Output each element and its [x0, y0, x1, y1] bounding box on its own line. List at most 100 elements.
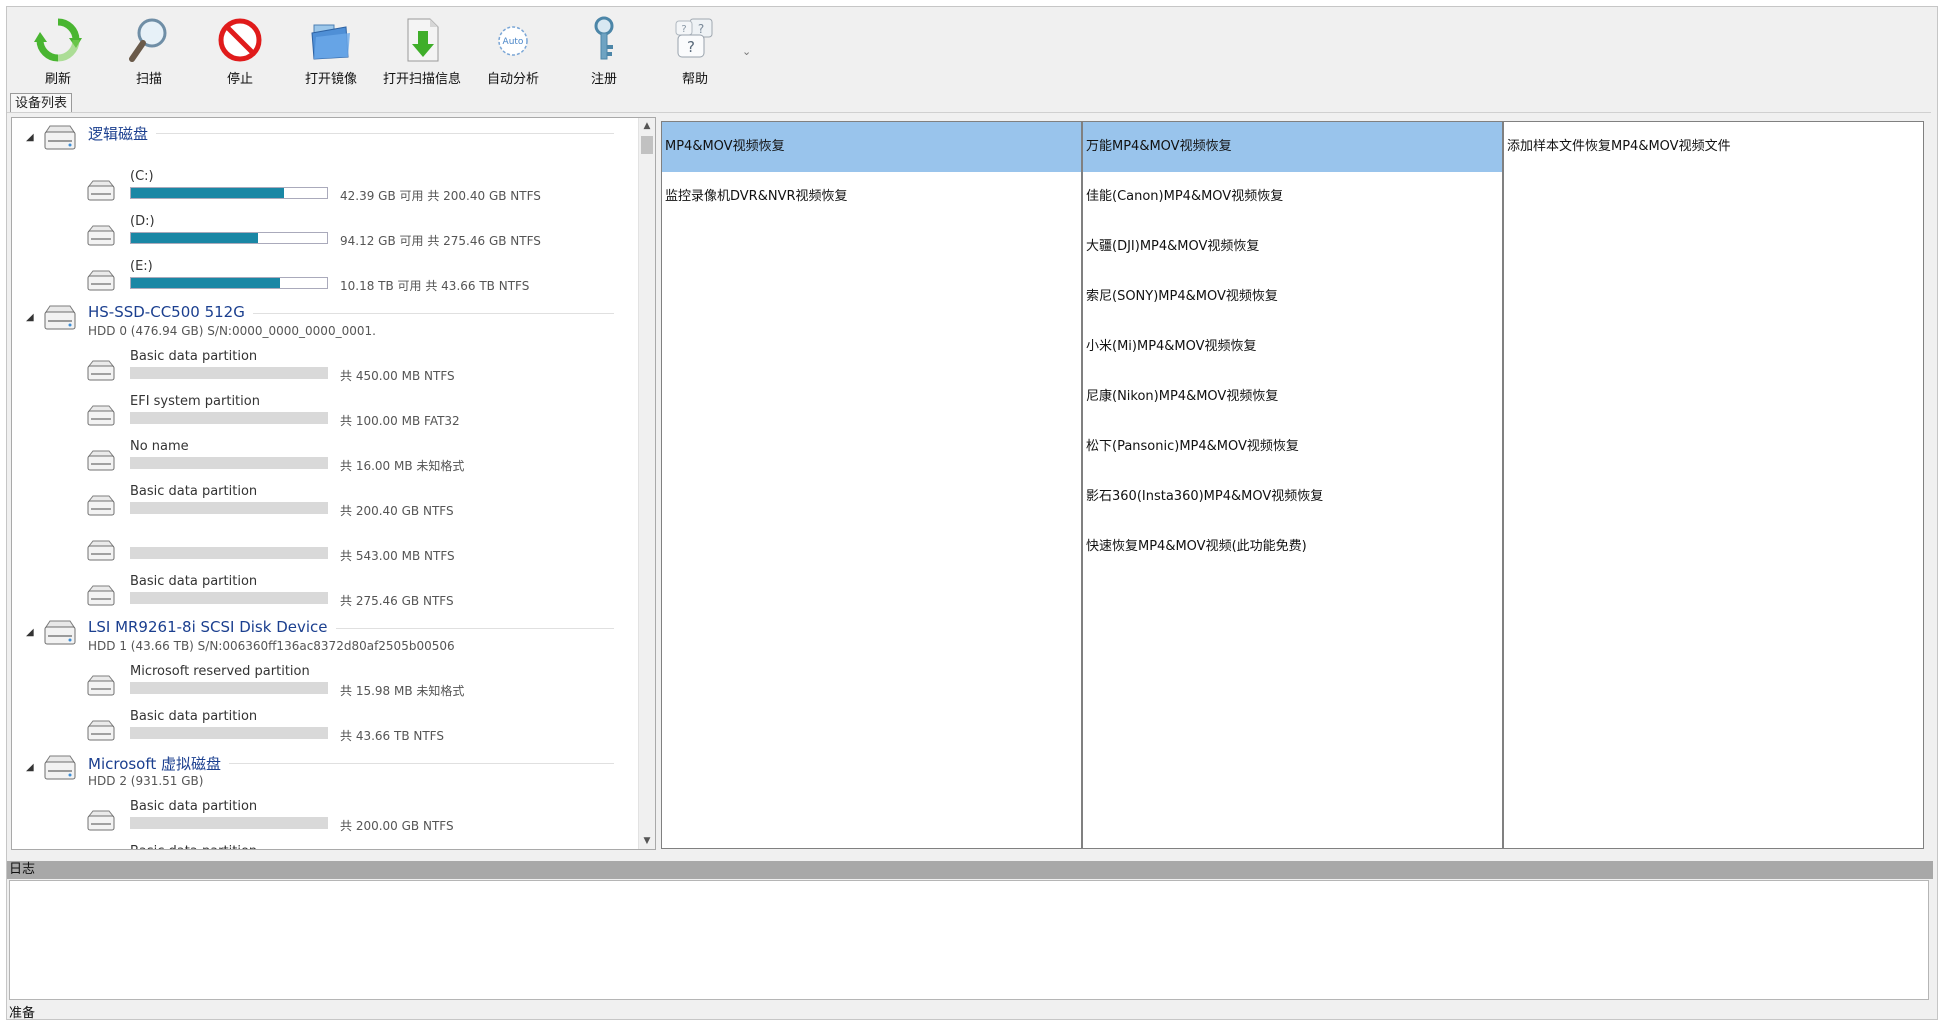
partition-info: 共 275.46 GB NTFS	[340, 594, 454, 608]
partition-drive-icon	[86, 359, 116, 383]
sample-file-list[interactable]: 添加样本文件恢复MP4&MOV视频文件	[1503, 121, 1924, 849]
usage-bar-fill	[131, 188, 284, 198]
partition-node[interactable]: (D:) 94.12 GB 可用 共 275.46 GB NTFS	[12, 208, 640, 253]
scroll-up-icon[interactable]: ▲	[639, 118, 655, 134]
usage-bar	[130, 277, 328, 289]
partition-label: (E:)	[130, 259, 153, 274]
category-list[interactable]: MP4&MOV视频恢复 监控录像机DVR&NVR视频恢复	[661, 121, 1082, 849]
disk-details: HDD 0 (476.94 GB) S/N:0000_0000_0000_000…	[88, 324, 376, 338]
usage-bar	[130, 682, 328, 694]
partition-drive-icon	[86, 674, 116, 698]
partition-node[interactable]: Basic data partition 共 450.00 MB NTFS	[12, 343, 640, 388]
app-window: 刷新 扫描 停止 打开镜像 打开扫描信息 Auto 自动分析 注册 ? ? ? …	[6, 6, 1938, 1021]
function-item[interactable]: 快速恢复MP4&MOV视频(此功能免费)	[1083, 522, 1502, 572]
partition-node[interactable]: Basic data partition 共 200.40 GB NTFS	[12, 478, 640, 523]
stop-label: 停止	[226, 72, 253, 87]
partition-info: 共 15.98 MB 未知格式	[340, 684, 465, 698]
status-text: 准备	[9, 1006, 36, 1021]
partition-node[interactable]: Basic data partition 共 200.00 GB NTFS	[12, 793, 640, 838]
partition-drive-icon	[86, 719, 116, 743]
recovery-method-list[interactable]: 万能MP4&MOV视频恢复 佳能(Canon)MP4&MOV视频恢复 大疆(DJI)…	[1082, 121, 1503, 849]
scan-label: 扫描	[135, 72, 162, 87]
help-button[interactable]: ? ? ? 帮助	[650, 15, 740, 87]
usage-bar	[130, 727, 328, 739]
function-item[interactable]: MP4&MOV视频恢复	[662, 122, 1081, 172]
function-item[interactable]: 万能MP4&MOV视频恢复	[1083, 122, 1502, 172]
usage-bar	[130, 232, 328, 244]
hard-disk-icon	[42, 619, 78, 649]
partition-label: Basic data partition	[130, 484, 258, 499]
collapse-triangle-icon[interactable]: ◢	[26, 312, 34, 323]
tab-device-list[interactable]: 设备列表	[10, 93, 73, 113]
disk-node[interactable]: ◢ Microsoft 虚拟磁盘 HDD 2 (931.51 GB)	[12, 748, 640, 793]
usage-bar	[130, 412, 328, 424]
open-image-button[interactable]: 打开镜像	[286, 15, 376, 87]
partition-node[interactable]: (C:) 42.39 GB 可用 共 200.40 GB NTFS	[12, 163, 640, 208]
refresh-button[interactable]: 刷新	[13, 15, 103, 87]
collapse-triangle-icon[interactable]: ◢	[26, 762, 34, 773]
scroll-down-icon[interactable]: ▼	[639, 833, 655, 849]
log-panel[interactable]	[9, 880, 1929, 1000]
partition-label: (C:)	[130, 169, 154, 184]
partition-node[interactable]: No name 共 16.00 MB 未知格式	[12, 433, 640, 478]
partition-drive-icon	[86, 269, 116, 293]
partition-drive-icon	[86, 809, 116, 833]
partition-node[interactable]: EFI system partition 共 100.00 MB FAT32	[12, 388, 640, 433]
device-tree[interactable]: ◢ 逻辑磁盘 (C:) 42.39 GB 可用 共 200.40 GB NTFS (D:…	[11, 117, 656, 850]
partition-info: 共 543.00 MB NTFS	[340, 549, 455, 563]
toolbar: 刷新 扫描 停止 打开镜像 打开扫描信息 Auto 自动分析 注册 ? ? ? …	[7, 7, 1937, 91]
auto-badge: Auto	[503, 37, 524, 47]
function-item[interactable]: 大疆(DJI)MP4&MOV视频恢复	[1083, 222, 1502, 272]
partition-node[interactable]: Basic data partition 共 275.46 GB NTFS	[12, 568, 640, 613]
file-download-icon	[407, 18, 439, 62]
function-item[interactable]: 添加样本文件恢复MP4&MOV视频文件	[1504, 122, 1923, 172]
usage-bar	[130, 502, 328, 514]
scroll-thumb[interactable]	[641, 136, 653, 154]
partition-info: 共 200.00 GB NTFS	[340, 819, 454, 833]
register-button[interactable]: 注册	[559, 15, 649, 87]
disk-node[interactable]: ◢ 逻辑磁盘	[12, 118, 640, 163]
function-item[interactable]: 小米(Mi)MP4&MOV视频恢复	[1083, 322, 1502, 372]
function-item[interactable]: 尼康(Nikon)MP4&MOV视频恢复	[1083, 372, 1502, 422]
function-item[interactable]: 影石360(Insta360)MP4&MOV视频恢复	[1083, 472, 1502, 522]
partition-drive-icon	[86, 224, 116, 248]
partition-node[interactable]: (E:) 10.18 TB 可用 共 43.66 TB NTFS	[12, 253, 640, 298]
collapse-triangle-icon[interactable]: ◢	[26, 627, 34, 638]
function-item[interactable]: 索尼(SONY)MP4&MOV视频恢复	[1083, 272, 1502, 322]
partition-label: Microsoft reserved partition	[130, 664, 310, 679]
disk-node[interactable]: ◢ LSI MR9261-8i SCSI Disk Device HDD 1 (43…	[12, 613, 640, 658]
partition-info: 94.12 GB 可用 共 275.46 GB NTFS	[340, 234, 541, 248]
partition-drive-icon	[86, 449, 116, 473]
function-item[interactable]: 监控录像机DVR&NVR视频恢复	[662, 172, 1081, 222]
refresh-label: 刷新	[44, 72, 71, 87]
function-item[interactable]: 佳能(Canon)MP4&MOV视频恢复	[1083, 172, 1502, 222]
auto-analyze-button[interactable]: Auto 自动分析	[468, 15, 558, 87]
partition-label: Basic data partition	[130, 844, 257, 849]
stop-button[interactable]: 停止	[195, 15, 285, 87]
partition-label: Basic data partition	[130, 574, 258, 589]
collapse-triangle-icon[interactable]: ◢	[26, 132, 34, 143]
disk-node[interactable]: ◢ HS-SSD-CC500 512G HDD 0 (476.94 GB) S/N:…	[12, 298, 640, 343]
partition-drive-icon	[86, 179, 116, 203]
open-scan-info-label: 打开扫描信息	[382, 72, 461, 87]
disk-name: 逻辑磁盘	[88, 125, 149, 143]
scan-button[interactable]: 扫描	[104, 15, 194, 87]
toolbar-more-chevron-icon[interactable]: ⌄	[742, 45, 751, 58]
open-image-label: 打开镜像	[304, 72, 357, 87]
hard-disk-icon	[42, 124, 78, 154]
partition-drive-icon	[86, 584, 116, 608]
log-header: 日志	[7, 861, 1933, 879]
partition-label: Basic data partition	[130, 349, 258, 364]
tree-scrollbar[interactable]: ▲ ▼	[638, 118, 655, 849]
stop-icon	[218, 18, 262, 62]
partition-node[interactable]: Basic data partition 共 43.66 TB NTFS	[12, 703, 640, 748]
open-scan-info-button[interactable]: 打开扫描信息	[377, 15, 467, 87]
register-label: 注册	[590, 72, 617, 87]
partition-node[interactable]: Basic data partition	[12, 838, 640, 849]
partition-label: Basic data partition	[130, 799, 258, 814]
hard-disk-icon	[42, 754, 78, 784]
partition-node[interactable]: 共 543.00 MB NTFS	[12, 523, 640, 568]
function-item[interactable]: 松下(Pansonic)MP4&MOV视频恢复	[1083, 422, 1502, 472]
svg-text:?: ?	[681, 24, 686, 35]
partition-node[interactable]: Microsoft reserved partition 共 15.98 MB 未…	[12, 658, 640, 703]
